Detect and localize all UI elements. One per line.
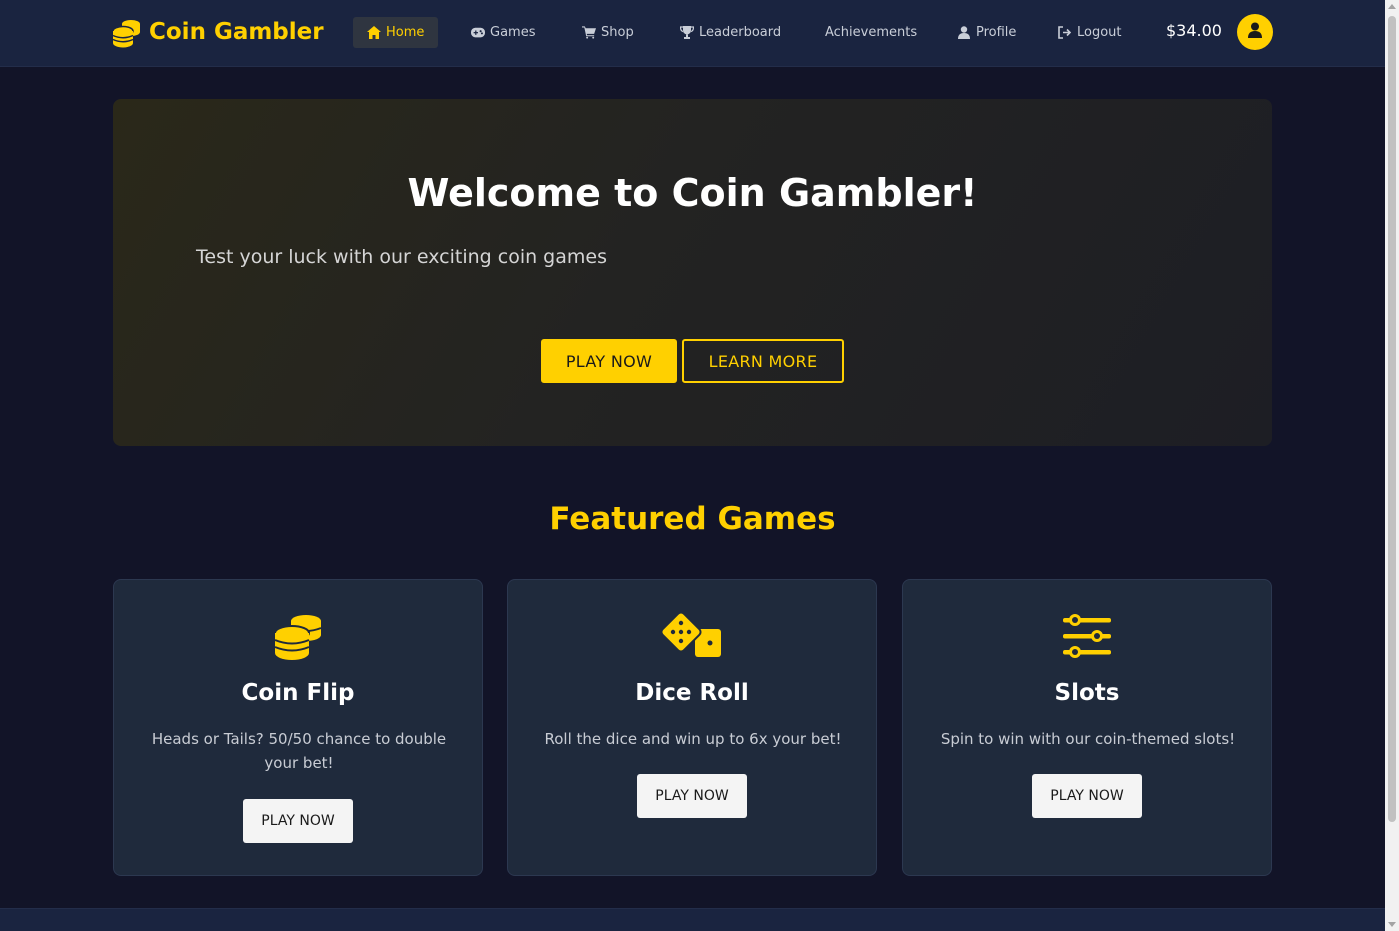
nav-logout[interactable]: Logout [1044, 17, 1136, 48]
nav-games[interactable]: Games [457, 17, 549, 48]
dice-roll-play-button[interactable]: PLAY NOW [637, 774, 747, 818]
nav-profile[interactable]: Profile [943, 17, 1030, 48]
nav-achievements-label: Achievements [825, 25, 918, 40]
nav-achievements[interactable]: Achievements [811, 17, 931, 48]
brand-name: Coin Gambler [149, 19, 324, 45]
game-title: Slots [1054, 680, 1120, 706]
nav-home[interactable]: Home [353, 17, 439, 48]
game-card-coin-flip: Coin Flip Heads or Tails? 50/50 chance t… [113, 579, 483, 876]
balance-display: $34.00 [1166, 21, 1222, 40]
scroll-down-arrow[interactable] [1388, 922, 1396, 927]
nav-leaderboard-label: Leaderboard [699, 25, 782, 40]
brand-logo[interactable]: Coin Gambler [111, 14, 324, 50]
scrollbar-thumb[interactable] [1388, 16, 1396, 822]
game-description: Roll the dice and win up to 6x your bet! [544, 730, 842, 748]
nav-home-label: Home [386, 25, 425, 40]
nav-logout-label: Logout [1077, 25, 1122, 40]
hero-subtitle: Test your luck with our exciting coin ga… [196, 246, 607, 268]
navbar: Coin Gambler Home Games Shop Leaderboard… [0, 0, 1385, 67]
user-icon [1248, 22, 1262, 42]
coins-icon [111, 16, 143, 48]
nav-shop-label: Shop [601, 25, 634, 40]
hero-title: Welcome to Coin Gambler! [407, 171, 978, 215]
slots-play-button[interactable]: PLAY NOW [1032, 774, 1142, 818]
game-description: Spin to win with our coin-themed slots! [940, 730, 1236, 748]
game-description: Heads or Tails? 50/50 chance to double y… [151, 730, 447, 772]
trophy-icon [680, 26, 694, 40]
game-title: Coin Flip [241, 680, 355, 706]
nav-shop[interactable]: Shop [568, 17, 648, 48]
nav-profile-label: Profile [976, 25, 1017, 40]
nav-leaderboard[interactable]: Leaderboard [666, 17, 795, 48]
sliders-icon [903, 610, 1271, 662]
game-card-slots: Slots Spin to win with our coin-themed s… [902, 579, 1272, 876]
cart-icon [582, 26, 596, 40]
learn-more-button[interactable]: LEARN MORE [682, 339, 844, 383]
scrollbar[interactable] [1385, 0, 1399, 931]
coins-icon [114, 610, 482, 662]
play-now-button[interactable]: PLAY NOW [541, 339, 677, 383]
game-card-dice-roll: Dice Roll Roll the dice and win up to 6x… [507, 579, 877, 876]
user-icon [957, 26, 971, 40]
nav-games-label: Games [490, 25, 536, 40]
hero-banner: Welcome to Coin Gambler! Test your luck … [113, 99, 1272, 446]
game-title: Dice Roll [635, 680, 749, 706]
coin-flip-play-button[interactable]: PLAY NOW [243, 799, 353, 843]
footer [0, 908, 1385, 931]
featured-games-title: Featured Games [549, 501, 836, 537]
home-icon [367, 26, 381, 40]
gamepad-icon [471, 26, 485, 40]
avatar[interactable] [1237, 14, 1273, 50]
dice-icon [508, 610, 876, 662]
scroll-up-arrow[interactable] [1388, 4, 1396, 9]
logout-icon [1058, 26, 1072, 40]
